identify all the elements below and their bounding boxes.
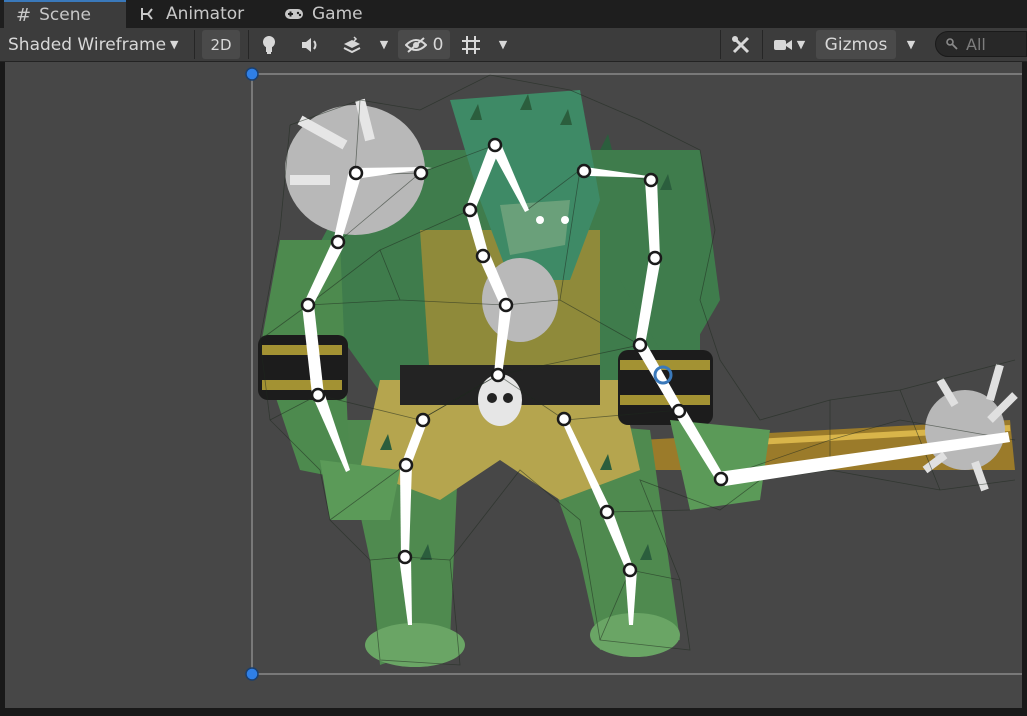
scene-visibility-toggle[interactable]: 0 (398, 30, 450, 59)
mode-2d-label: 2D (210, 35, 232, 54)
scene-search-input[interactable]: All (935, 31, 1027, 57)
layers-icon (343, 35, 361, 53)
effects-dropdown[interactable]: ▼ (372, 30, 396, 59)
tab-bar: # Scene Animator Game (0, 0, 1027, 28)
tools-icon (732, 35, 750, 53)
tab-game[interactable]: Game (284, 0, 384, 28)
draw-mode-dropdown[interactable]: Shaded Wireframe ▼ (2, 30, 192, 59)
scene-toolbar: Shaded Wireframe ▼ 2D ▼ 0 ▼ ▼ Gizmos ▼ (0, 28, 1027, 62)
grid-icon (462, 35, 480, 54)
scene-canvas (245, 67, 1022, 681)
lighting-toggle[interactable] (252, 30, 286, 59)
grid-toggle[interactable] (454, 30, 488, 59)
tab-animator-label: Animator (166, 4, 245, 24)
mode-2d-toggle[interactable]: 2D (202, 30, 240, 59)
tools-toggle[interactable] (724, 30, 758, 59)
scene-viewport[interactable] (5, 62, 1022, 708)
speaker-icon (302, 37, 317, 52)
hash-icon: # (16, 4, 32, 26)
chevron-down-icon: ▼ (170, 38, 179, 51)
tab-game-label: Game (312, 4, 363, 24)
draw-mode-label: Shaded Wireframe (8, 34, 167, 55)
chevron-down-icon: ▼ (906, 38, 916, 51)
gizmos-dropdown[interactable]: ▼ (898, 30, 924, 59)
gamepad-icon (285, 9, 303, 19)
bounds-handle-bottom-left (245, 667, 259, 681)
tab-animator[interactable]: Animator (140, 0, 270, 28)
tab-scene[interactable]: # Scene (4, 0, 126, 28)
chevron-down-icon: ▼ (796, 38, 806, 51)
search-icon (946, 38, 958, 50)
camera-settings-dropdown[interactable]: ▼ (766, 30, 812, 59)
tab-scene-label: Scene (39, 5, 91, 25)
search-placeholder: All (966, 34, 986, 54)
gizmos-toggle[interactable]: Gizmos (816, 30, 896, 59)
chevron-down-icon: ▼ (379, 38, 389, 51)
eye-slash-icon (404, 36, 427, 53)
animator-icon (141, 8, 153, 20)
bounds-handle-top-left (245, 67, 259, 81)
grid-dropdown[interactable]: ▼ (490, 30, 516, 59)
lightbulb-icon (263, 35, 275, 54)
camera-icon (773, 39, 792, 50)
hidden-count: 0 (432, 34, 444, 55)
chevron-down-icon: ▼ (498, 38, 508, 51)
gizmos-label: Gizmos (824, 34, 888, 55)
effects-toggle[interactable] (334, 30, 370, 59)
audio-toggle[interactable] (292, 30, 328, 59)
